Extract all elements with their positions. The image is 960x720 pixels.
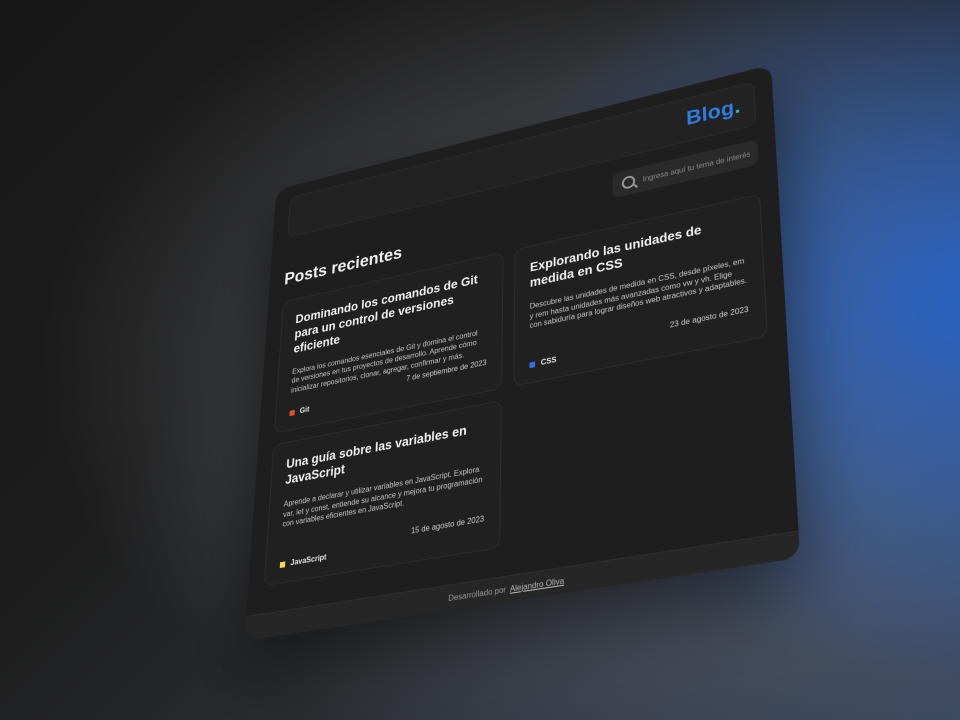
stage: Blog. Posts recientes Dominando los coma… xyxy=(0,0,960,720)
search-input[interactable] xyxy=(640,148,753,185)
post-card[interactable]: Explorando las unidades de medida en CSS… xyxy=(513,193,768,387)
footer-text: Desarrollado por xyxy=(448,584,506,603)
post-date: 23 de agosto de 2023 xyxy=(669,304,749,330)
post-tag[interactable]: JavaScript xyxy=(279,552,327,569)
search-icon xyxy=(621,174,636,191)
posts-grid: Dominando los comandos de Git para un co… xyxy=(263,193,777,587)
brand-text: Blog xyxy=(685,95,735,130)
tag-label: JavaScript xyxy=(290,552,327,568)
tag-color-dot xyxy=(529,361,536,368)
brand-dot: . xyxy=(733,94,741,118)
brand-logo[interactable]: Blog. xyxy=(686,94,741,130)
tag-label: Git xyxy=(299,405,310,416)
author-link[interactable]: Alejandro Oliva xyxy=(510,576,564,594)
post-date: 15 de agosto de 2023 xyxy=(410,514,485,536)
tag-label: CSS xyxy=(540,355,557,367)
tag-color-dot xyxy=(279,560,286,568)
post-tag[interactable]: Git xyxy=(289,405,310,417)
blog-window: Blog. Posts recientes Dominando los coma… xyxy=(244,64,801,641)
post-tag[interactable]: CSS xyxy=(529,355,556,369)
tag-color-dot xyxy=(289,409,295,416)
post-meta: JavaScript 15 de agosto de 2023 xyxy=(279,514,484,569)
